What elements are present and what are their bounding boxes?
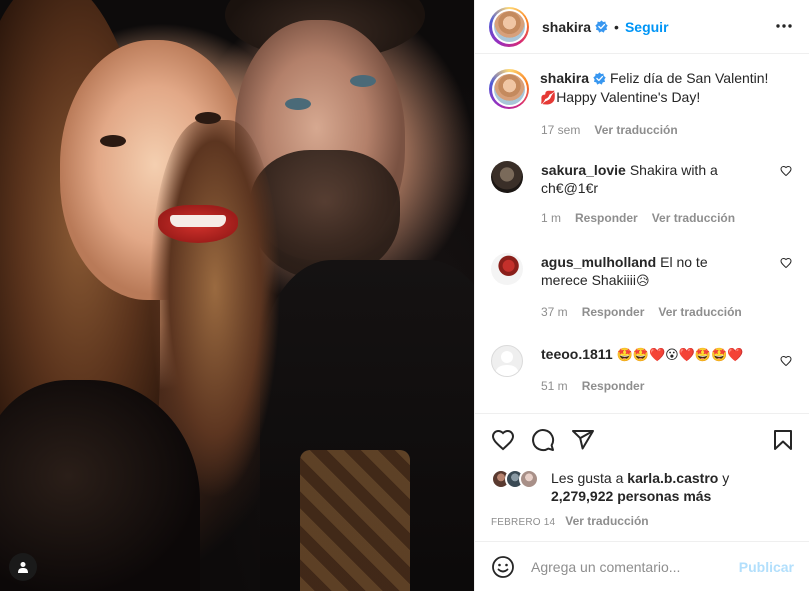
- comment-like-heart-icon[interactable]: [780, 165, 792, 177]
- commenter-avatar[interactable]: [491, 161, 523, 193]
- likes-text: Les gusta a karla.b.castro y 2,279,922 p…: [551, 469, 729, 505]
- post-header: shakira • Seguir: [475, 0, 809, 54]
- comment-username[interactable]: sakura_lovie: [541, 162, 626, 178]
- comment-like-heart-icon[interactable]: [780, 355, 792, 367]
- comments-scroll-area[interactable]: shakira Feliz día de San Valentin! 💋Happ…: [475, 55, 809, 413]
- photo-eye: [100, 135, 126, 147]
- caption-translate-link[interactable]: Ver traducción: [594, 123, 677, 137]
- author-avatar[interactable]: [489, 6, 529, 47]
- translate-link[interactable]: Ver traducción: [652, 211, 735, 225]
- post-date[interactable]: FEBRERO 14: [491, 517, 555, 528]
- likes-summary: Les gusta a karla.b.castro y 2,279,922 p…: [491, 469, 729, 505]
- follow-button[interactable]: Seguir: [625, 19, 669, 35]
- liker-avatars[interactable]: [491, 469, 547, 491]
- post-photo[interactable]: [0, 0, 474, 591]
- default-user-icon: [495, 351, 519, 376]
- caption-line1: Feliz día de San Valentin!: [609, 70, 769, 86]
- photo-teeth: [170, 215, 226, 227]
- header-separator: •: [614, 18, 619, 35]
- verified-badge-icon: [593, 72, 606, 85]
- comment-input[interactable]: [531, 558, 731, 575]
- like-heart-icon[interactable]: [491, 428, 515, 452]
- translate-link[interactable]: Ver traducción: [658, 305, 741, 319]
- more-options-icon[interactable]: [774, 16, 794, 36]
- default-avatar[interactable]: [491, 345, 523, 377]
- caption-line2: Happy Valentine's Day!: [556, 89, 701, 105]
- share-send-icon[interactable]: [571, 428, 595, 452]
- caption-author-avatar[interactable]: [489, 69, 529, 109]
- sad-emoji: 😥: [635, 274, 650, 289]
- avatar-image: [493, 11, 525, 42]
- add-comment-bar: Publicar: [475, 541, 809, 591]
- likes-suffix[interactable]: personas más: [617, 488, 711, 504]
- post-date-row: FEBRERO 14 Ver traducción: [491, 514, 649, 528]
- instagram-post-modal: shakira • Seguir shakira Feliz día de Sa…: [0, 0, 809, 591]
- publish-button[interactable]: Publicar: [739, 559, 794, 575]
- comment-bubble-icon[interactable]: [531, 428, 555, 452]
- caption-text: shakira Feliz día de San Valentin! 💋Happ…: [540, 69, 790, 109]
- comment-username[interactable]: teeoo.1811: [541, 346, 613, 362]
- emoji-smiley-icon[interactable]: [491, 555, 515, 579]
- likes-prefix: Les gusta a: [551, 470, 624, 486]
- comment-text: 🤩🤩❤️😮❤️🤩🤩❤️: [616, 348, 744, 363]
- tagged-users-button[interactable]: [9, 553, 37, 581]
- comment-age[interactable]: 37 m: [541, 305, 568, 319]
- caption-meta: 17 sem Ver traducción: [541, 123, 678, 137]
- avatar-image: [493, 73, 525, 105]
- comment-item: teeoo.1811 🤩🤩❤️😮❤️🤩🤩❤️ 51 m Responder: [491, 345, 796, 395]
- user-icon: [18, 562, 28, 573]
- author-username[interactable]: shakira: [542, 19, 591, 35]
- reply-link[interactable]: Responder: [582, 379, 645, 393]
- liker-avatar: [519, 469, 539, 489]
- commenter-avatar[interactable]: [491, 253, 523, 285]
- lips-emoji: 💋: [540, 91, 557, 106]
- reply-link[interactable]: Responder: [575, 211, 638, 225]
- post-actions: Les gusta a karla.b.castro y 2,279,922 p…: [475, 413, 809, 541]
- verified-badge-icon: [595, 20, 608, 33]
- save-bookmark-icon[interactable]: [771, 428, 795, 452]
- reply-link[interactable]: Responder: [582, 305, 645, 319]
- photo-eye: [285, 98, 311, 110]
- likes-user[interactable]: karla.b.castro: [627, 470, 718, 486]
- caption-age[interactable]: 17 sem: [541, 123, 580, 137]
- likes-count[interactable]: 2,279,922: [551, 488, 613, 504]
- comment-age[interactable]: 1 m: [541, 211, 561, 225]
- post-caption: shakira Feliz día de San Valentin! 💋Happ…: [489, 69, 790, 137]
- caption-username[interactable]: shakira: [540, 70, 589, 86]
- comment-username[interactable]: agus_mulholland: [541, 254, 656, 270]
- likes-connector: y: [722, 470, 730, 486]
- photo-eye: [350, 75, 376, 87]
- comment-item: agus_mulholland El no te merece Shakiiii😥…: [491, 253, 796, 321]
- photo-eye: [195, 112, 221, 124]
- post-side-panel: shakira • Seguir shakira Feliz día de Sa…: [474, 0, 809, 591]
- post-translate-link[interactable]: Ver traducción: [565, 514, 648, 528]
- comment-item: sakura_lovie Shakira with a ch€@1€r 1 m Re…: [491, 161, 796, 227]
- comment-age[interactable]: 51 m: [541, 379, 568, 393]
- photo-bag: [300, 450, 410, 591]
- comment-like-heart-icon[interactable]: [780, 257, 792, 269]
